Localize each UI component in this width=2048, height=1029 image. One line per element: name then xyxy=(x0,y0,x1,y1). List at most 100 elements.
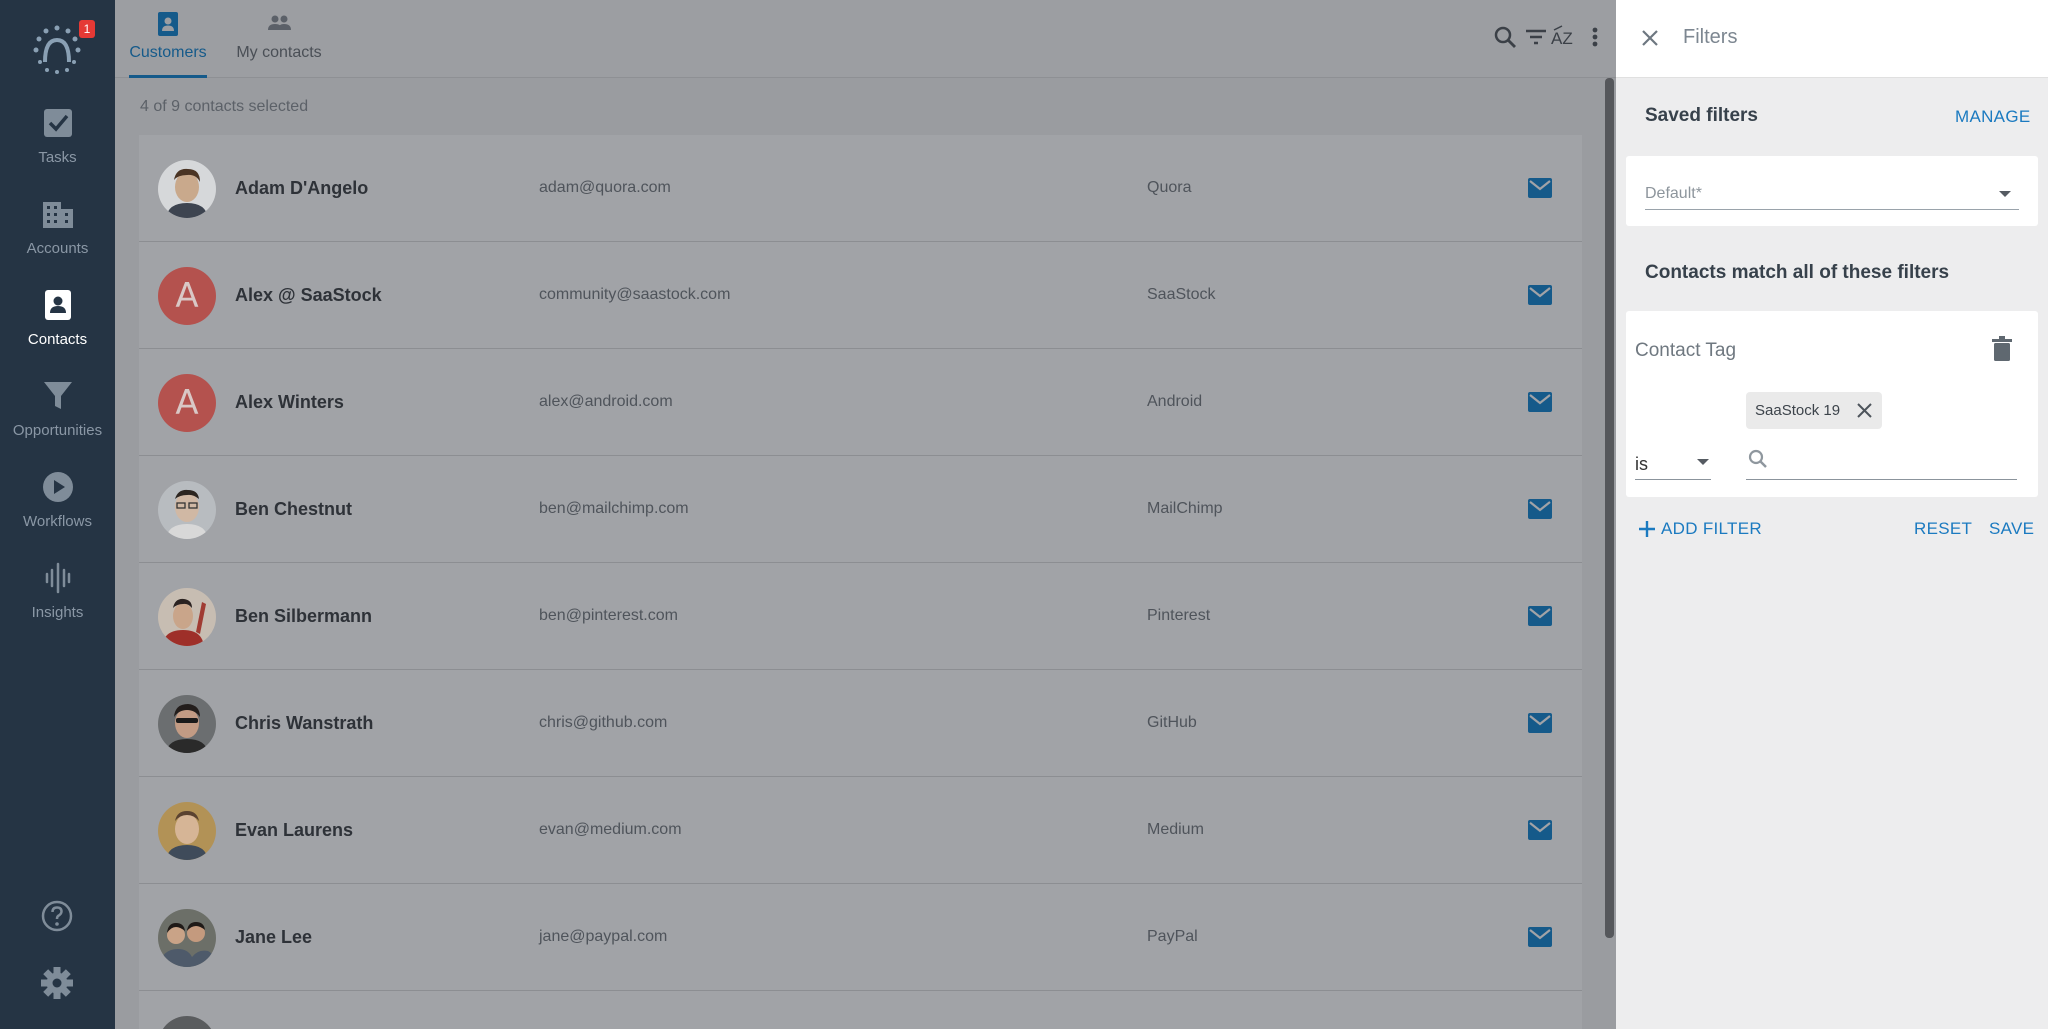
tab-label: Customers xyxy=(129,44,207,61)
avatar: A xyxy=(158,267,216,325)
contact-email: evan@medium.com xyxy=(539,821,682,838)
table-row[interactable]: Evan Laurens evan@medium.com Medium xyxy=(139,777,1582,884)
contact-email: ben@mailchimp.com xyxy=(539,500,689,517)
avatar xyxy=(158,909,216,967)
notification-badge: 1 xyxy=(79,20,95,38)
search-icon[interactable] xyxy=(1492,24,1518,50)
remove-chip-icon[interactable] xyxy=(1856,402,1873,419)
tab-my-contacts[interactable]: My contacts xyxy=(231,10,327,70)
sidebar-item-tasks[interactable]: Tasks xyxy=(0,105,115,185)
selection-count: 4 of 9 contacts selected xyxy=(140,98,309,115)
contact-name: Alex Winters xyxy=(235,392,344,412)
contact-company: Android xyxy=(1147,393,1203,410)
table-row[interactable]: Jane Lee jane@paypal.com PayPal xyxy=(139,884,1582,991)
contact-email: community@saastock.com xyxy=(539,286,731,303)
avatar xyxy=(158,1016,216,1029)
contact-company: GitHub xyxy=(1147,714,1197,731)
tab-label: My contacts xyxy=(236,44,322,61)
contact-card-icon xyxy=(158,12,178,36)
sidebar-item-label: Contacts xyxy=(27,331,88,348)
contact-card-icon xyxy=(44,290,71,320)
reset-button[interactable]: RESET xyxy=(1914,519,1972,539)
contact-name: Ben Chestnut xyxy=(235,499,352,519)
avatar: A xyxy=(158,374,216,432)
mail-icon[interactable] xyxy=(1527,284,1553,306)
svg-text:AZ: AZ xyxy=(1551,29,1573,48)
sidebar-item-workflows[interactable]: Workflows xyxy=(0,469,115,549)
add-filter-button[interactable]: ADD FILTER xyxy=(1661,519,1762,539)
filters-panel-header: Filters xyxy=(1616,0,2048,78)
search-icon xyxy=(1748,449,1767,468)
contact-company: Quora xyxy=(1147,179,1192,196)
mail-icon[interactable] xyxy=(1527,605,1553,627)
sidebar: 1 Tasks Accounts Contacts Opportunities … xyxy=(0,0,115,1029)
avatar xyxy=(158,160,216,218)
table-row[interactable] xyxy=(139,991,1582,1029)
filter-field-label: Contact Tag xyxy=(1635,340,1737,361)
sidebar-item-label: Tasks xyxy=(38,149,77,166)
sidebar-item-opportunities[interactable]: Opportunities xyxy=(0,378,115,458)
table-row[interactable]: Adam D'Angelo adam@quora.com Quora xyxy=(139,135,1582,242)
list-scrollbar[interactable] xyxy=(1605,78,1614,938)
mail-icon[interactable] xyxy=(1527,498,1553,520)
building-icon xyxy=(42,202,73,228)
saved-filter-dropdown[interactable]: Default* xyxy=(1645,170,2019,210)
close-icon[interactable] xyxy=(1638,26,1662,50)
operator-value: is xyxy=(1635,454,1648,474)
avatar xyxy=(158,695,216,753)
waveform-icon xyxy=(45,562,70,594)
contact-name: Adam D'Angelo xyxy=(235,178,369,198)
saved-filters-label: Saved filters xyxy=(1645,105,1758,126)
contact-company: SaaStock xyxy=(1147,286,1216,303)
table-row[interactable]: Ben Silbermann ben@pinterest.com Pintere… xyxy=(139,563,1582,670)
match-label: Contacts match all of these filters xyxy=(1645,262,1950,283)
tag-chip-label: SaaStock 19 xyxy=(1755,402,1841,419)
contact-name: Alex @ SaaStock xyxy=(235,285,382,305)
table-row[interactable]: Chris Wanstrath chris@github.com GitHub xyxy=(139,670,1582,777)
manage-button[interactable]: MANAGE xyxy=(1955,107,2030,127)
operator-select[interactable]: is xyxy=(1635,446,1711,480)
contact-name: Evan Laurens xyxy=(235,820,354,840)
sidebar-item-label: Accounts xyxy=(26,240,89,257)
contact-company: Pinterest xyxy=(1147,607,1211,624)
tag-search-input[interactable] xyxy=(1746,443,2017,480)
avatar xyxy=(158,588,216,646)
sidebar-item-contacts[interactable]: Contacts xyxy=(0,287,115,367)
play-circle-icon xyxy=(42,472,73,502)
table-row[interactable]: A Alex Winters alex@android.com Android xyxy=(139,349,1582,456)
contact-name: Ben Silbermann xyxy=(235,606,373,626)
filters-panel: Filters Saved filters MANAGE Default* Co… xyxy=(1616,0,2048,1029)
mail-icon[interactable] xyxy=(1527,391,1553,413)
sort-az-icon[interactable]: AZ xyxy=(1551,24,1581,50)
gear-icon[interactable] xyxy=(40,966,74,1000)
contact-list: Adam D'Angelo adam@quora.com Quora A Ale… xyxy=(139,135,1582,1029)
sidebar-item-accounts[interactable]: Accounts xyxy=(0,196,115,276)
more-vert-icon[interactable] xyxy=(1582,24,1608,50)
contact-name: Jane Lee xyxy=(235,927,313,947)
help-icon[interactable] xyxy=(40,899,74,933)
contact-email: chris@github.com xyxy=(539,714,668,731)
trash-icon[interactable] xyxy=(1991,336,2013,362)
tag-chip: SaaStock 19 xyxy=(1746,392,1883,429)
sidebar-item-insights[interactable]: Insights xyxy=(0,560,115,640)
contact-company: Medium xyxy=(1147,821,1204,838)
chevron-down-icon xyxy=(1999,191,2011,197)
mail-icon[interactable] xyxy=(1527,819,1553,841)
contact-name: Chris Wanstrath xyxy=(235,713,374,733)
mail-icon[interactable] xyxy=(1527,926,1553,948)
avatar xyxy=(158,802,216,860)
table-row[interactable]: A Alex @ SaaStock community@saastock.com… xyxy=(139,242,1582,349)
sidebar-item-label: Workflows xyxy=(23,513,92,530)
contact-email: adam@quora.com xyxy=(539,179,671,196)
tab-customers[interactable]: Customers xyxy=(129,10,207,78)
sidebar-item-label: Insights xyxy=(31,604,84,621)
people-icon xyxy=(268,15,291,30)
mail-icon[interactable] xyxy=(1527,712,1553,734)
table-row[interactable]: Ben Chestnut ben@mailchimp.com MailChimp xyxy=(139,456,1582,563)
mail-icon[interactable] xyxy=(1527,177,1553,199)
filter-icon[interactable] xyxy=(1523,24,1549,50)
save-button[interactable]: SAVE xyxy=(1989,519,2034,539)
contact-email: alex@android.com xyxy=(539,393,673,410)
logo-icon[interactable] xyxy=(30,22,84,76)
contact-email: ben@pinterest.com xyxy=(539,607,678,624)
